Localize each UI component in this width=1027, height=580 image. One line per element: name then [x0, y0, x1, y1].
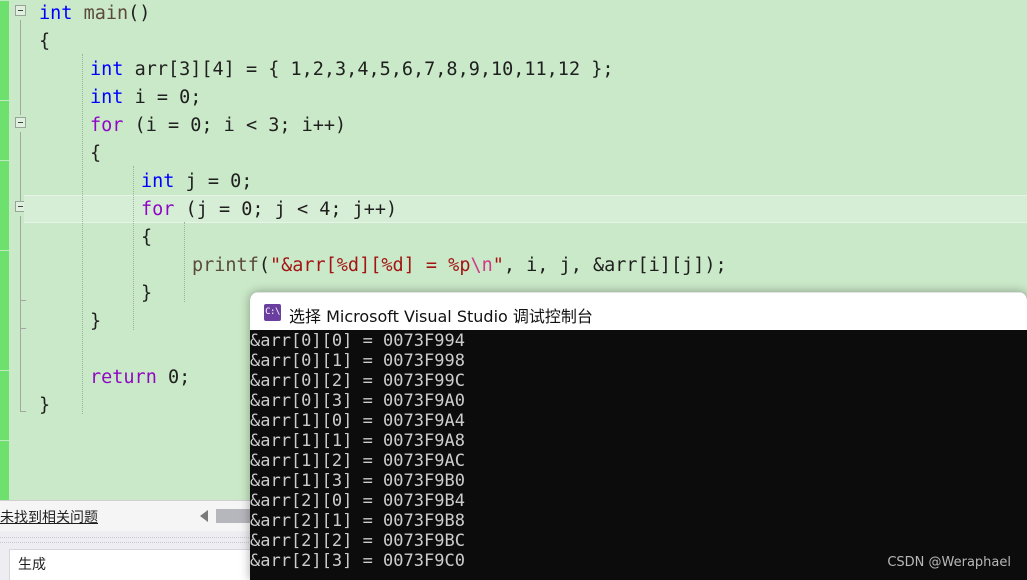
watermark-label: CSDN @Weraphael: [887, 555, 1011, 570]
code-line: {: [141, 224, 152, 252]
fold-connector-line: [20, 132, 21, 202]
code-token: for: [90, 115, 124, 136]
code-token: i = 0;: [134, 87, 202, 108]
code-token: printf: [192, 255, 259, 276]
code-token: (: [258, 255, 270, 276]
code-line: }: [90, 308, 101, 336]
fold-toggle-for-i[interactable]: [15, 117, 26, 128]
code-token: }: [141, 283, 153, 304]
code-token: (j = 0; j < 4; j++): [174, 199, 398, 220]
lower-tool-pane: 生成: [0, 531, 252, 580]
output-pane-body[interactable]: 生成: [9, 549, 252, 580]
code-token: int: [39, 3, 84, 24]
code-token: int: [141, 171, 186, 192]
code-line: {: [39, 28, 50, 56]
code-token: , i, j, &arr[i][j]);: [503, 255, 727, 276]
outlining-margin[interactable]: [9, 0, 33, 500]
debug-console-window[interactable]: C:\ 选择 Microsoft Visual Studio 调试控制台 &ar…: [250, 292, 1027, 580]
code-token: return: [90, 367, 157, 388]
change-bar-segment: [0, 160, 9, 251]
code-token: (): [128, 3, 151, 24]
fold-connector-line: [20, 216, 21, 411]
code-token: int: [90, 87, 135, 108]
code-token: {: [141, 227, 153, 248]
output-source-label: 生成: [18, 557, 46, 573]
scroll-left-icon[interactable]: [200, 510, 208, 522]
change-bar-segment: [0, 100, 9, 161]
code-line: }: [141, 280, 152, 308]
fold-end-tick: [20, 300, 26, 301]
fold-end-tick: [20, 411, 26, 412]
code-line: }: [39, 392, 50, 420]
change-bar-segment: [0, 0, 9, 101]
code-line: {: [90, 140, 101, 168]
code-line: for (j = 0; j < 4; j++): [141, 196, 397, 224]
code-token: {: [90, 143, 102, 164]
fold-connector-line: [20, 20, 21, 115]
console-output-text: &arr[0][0] = 0073F994 &arr[0][1] = 0073F…: [250, 331, 465, 571]
change-bar-segment: [0, 370, 9, 441]
code-line: int j = 0;: [141, 168, 252, 196]
screenshot-root: int main() { int arr[3][4] = { 1,2,3,4,5,6…: [0, 0, 1027, 580]
code-token: j = 0;: [185, 171, 253, 192]
change-indicator-bar: [0, 0, 9, 500]
pane-splitter[interactable]: [0, 537, 251, 543]
code-token: arr[3][4] = { 1,2,3,4,5,6,7,8,9,10,11,12…: [134, 59, 614, 80]
code-line: int arr[3][4] = { 1,2,3,4,5,6,7,8,9,10,1…: [90, 56, 614, 84]
code-token: {: [39, 31, 51, 52]
cmd-console-icon: C:\: [264, 304, 281, 321]
code-line: for (i = 0; i < 3; i++): [90, 112, 346, 140]
code-token: int: [90, 59, 135, 80]
code-line: int i = 0;: [90, 84, 201, 112]
code-token: for: [141, 199, 175, 220]
change-bar-segment: [0, 440, 9, 500]
code-token: \n: [470, 255, 493, 276]
console-window-title: 选择 Microsoft Visual Studio 调试控制台: [289, 307, 593, 326]
code-token: 0;: [156, 367, 191, 388]
code-token: "&arr[%d][%d] = %p: [269, 255, 471, 276]
code-token: }: [39, 395, 51, 416]
fold-toggle-main[interactable]: [15, 5, 26, 16]
console-titlebar[interactable]: C:\ 选择 Microsoft Visual Studio 调试控制台: [250, 292, 1027, 330]
code-line: printf("&arr[%d][%d] = %p\n", i, j, &arr…: [192, 252, 727, 280]
change-bar-segment: [0, 250, 9, 371]
horizontal-scrollbar-thumb[interactable]: [216, 509, 251, 523]
code-token: ": [492, 255, 504, 276]
code-token: main: [83, 3, 129, 24]
error-list-status-strip: 未找到相关问题: [0, 500, 251, 531]
no-issues-found-label: 未找到相关问题: [0, 510, 98, 526]
code-token: (i = 0; i < 3; i++): [123, 115, 347, 136]
fold-end-tick: [20, 328, 26, 329]
code-token: }: [90, 311, 102, 332]
code-line: int main(): [39, 0, 150, 28]
code-line: return 0;: [90, 364, 190, 392]
console-output-area[interactable]: &arr[0][0] = 0073F994 &arr[0][1] = 0073F…: [250, 330, 1027, 580]
